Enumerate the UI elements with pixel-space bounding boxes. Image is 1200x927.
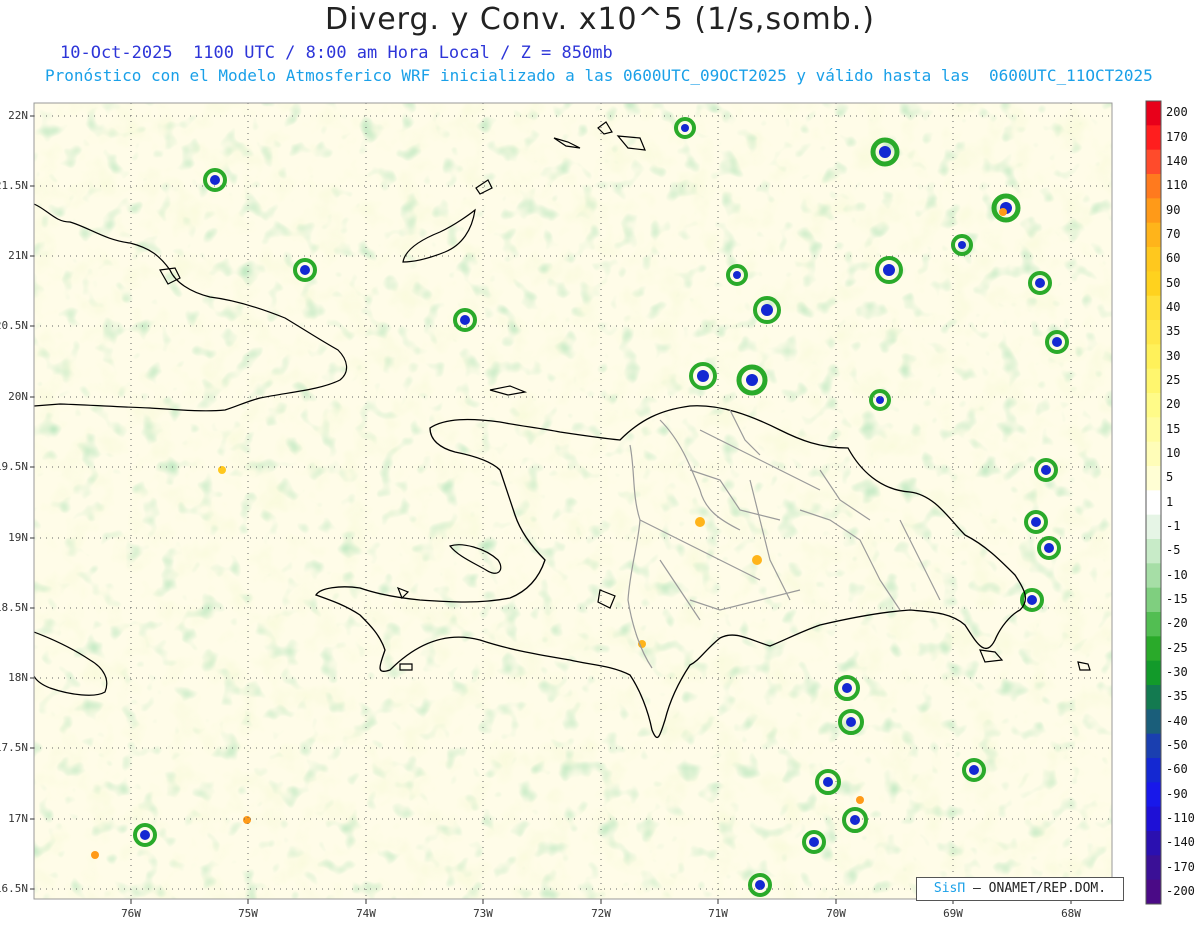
colorbar-tick-label: 200 bbox=[1166, 105, 1188, 120]
colorbar-tick-label: 20 bbox=[1166, 397, 1181, 412]
lat-label: 20N bbox=[8, 390, 28, 403]
colorbar-swatch bbox=[1146, 563, 1161, 589]
colorbar-tick-label: -50 bbox=[1166, 737, 1188, 752]
colorbar-swatch bbox=[1146, 539, 1161, 564]
lat-label: 21N bbox=[8, 249, 28, 262]
colorbar-tick-label: -1 bbox=[1166, 518, 1181, 533]
colorbar-swatch bbox=[1146, 758, 1161, 783]
colorbar-tick-label: -60 bbox=[1166, 762, 1188, 777]
colorbar-swatch bbox=[1146, 879, 1161, 905]
colorbar-tick-label: -15 bbox=[1166, 591, 1188, 606]
colorbar-tick-label: -30 bbox=[1166, 664, 1188, 679]
colorbar-swatch bbox=[1146, 344, 1161, 370]
colorbar-tick-label: -110 bbox=[1166, 810, 1195, 825]
colorbar-tick-label: 170 bbox=[1166, 129, 1188, 144]
colorbar-tick-label: -10 bbox=[1166, 567, 1188, 582]
colorbar-tick-label: 15 bbox=[1166, 421, 1181, 436]
colorbar-tick-label: 140 bbox=[1166, 153, 1188, 168]
colorbar-swatch bbox=[1146, 782, 1161, 808]
lon-label: 76W bbox=[121, 907, 141, 920]
colorbar-tick-label: 25 bbox=[1166, 372, 1181, 387]
lat-label: 16.5N bbox=[0, 882, 28, 895]
lat-label: 22N bbox=[8, 109, 28, 122]
colorbar-swatch bbox=[1146, 490, 1161, 516]
colorbar-swatch bbox=[1146, 685, 1161, 710]
colorbar-tick-label: 60 bbox=[1166, 251, 1181, 266]
colorbar-swatch bbox=[1146, 125, 1161, 151]
colorbar-swatch bbox=[1146, 198, 1161, 224]
lon-label: 74W bbox=[356, 907, 376, 920]
colorbar-swatch bbox=[1146, 660, 1161, 686]
colorbar-swatch bbox=[1146, 636, 1161, 662]
colorbar-tick-label: -25 bbox=[1166, 640, 1188, 655]
colorbar-swatch bbox=[1146, 587, 1161, 613]
lat-label: 17.5N bbox=[0, 741, 28, 754]
colorbar-tick-label: 10 bbox=[1166, 445, 1181, 460]
colorbar-swatch bbox=[1146, 733, 1161, 759]
colorbar-tick-label: -5 bbox=[1166, 543, 1181, 558]
colorbar-tick-label: -35 bbox=[1166, 689, 1188, 704]
lon-label: 69W bbox=[943, 907, 963, 920]
colorbar-tick-label: 40 bbox=[1166, 299, 1181, 314]
colorbar-swatch bbox=[1146, 222, 1161, 248]
colorbar-swatch bbox=[1146, 149, 1161, 175]
lon-label: 68W bbox=[1061, 907, 1081, 920]
colorbar-swatch bbox=[1146, 271, 1161, 297]
colorbar-swatch bbox=[1146, 101, 1161, 126]
lat-label: 19N bbox=[8, 531, 28, 544]
colorbar-swatch bbox=[1146, 831, 1161, 856]
colorbar-tick-label: 70 bbox=[1166, 226, 1181, 241]
colorbar-swatch bbox=[1146, 806, 1161, 832]
lat-label: 17N bbox=[8, 812, 28, 825]
lat-label: 20.5N bbox=[0, 319, 28, 332]
colorbar-swatch bbox=[1146, 466, 1161, 491]
colorbar-tick-label: -90 bbox=[1166, 786, 1188, 801]
lat-label: 19.5N bbox=[0, 460, 28, 473]
colorbar-tick-label: 5 bbox=[1166, 470, 1174, 485]
colorbar bbox=[1145, 100, 1162, 905]
colorbar-tick-label: 90 bbox=[1166, 202, 1181, 217]
colorbar-tick-label: 110 bbox=[1166, 178, 1188, 193]
colorbar-tick-label: 35 bbox=[1166, 324, 1181, 339]
credit-text: – ONAMET/REP.DOM. bbox=[973, 881, 1107, 896]
lat-label: 18N bbox=[8, 671, 28, 684]
colorbar-swatch bbox=[1146, 368, 1161, 394]
colorbar-swatch bbox=[1146, 514, 1161, 540]
credit-box: SisΠ – ONAMET/REP.DOM. bbox=[916, 877, 1124, 901]
colorbar-swatch bbox=[1146, 417, 1161, 443]
colorbar-tick-label: -40 bbox=[1166, 713, 1188, 728]
colorbar-swatch bbox=[1146, 320, 1161, 345]
colorbar-tick-label: -200 bbox=[1166, 883, 1195, 898]
lon-label: 71W bbox=[708, 907, 728, 920]
colorbar-swatch bbox=[1146, 855, 1161, 881]
colorbar-swatch bbox=[1146, 174, 1161, 199]
colorbar-swatch bbox=[1146, 393, 1161, 418]
lat-label: 18.5N bbox=[0, 601, 28, 614]
lat-label: 21.5N bbox=[0, 179, 28, 192]
lon-label: 75W bbox=[238, 907, 258, 920]
colorbar-swatch bbox=[1146, 612, 1161, 637]
sispi-logo-text: SisΠ bbox=[933, 881, 966, 896]
colorbar-swatch bbox=[1146, 247, 1161, 272]
colorbar-tick-label: -170 bbox=[1166, 859, 1195, 874]
colorbar-tick-label: -140 bbox=[1166, 835, 1195, 850]
colorbar-swatch bbox=[1146, 441, 1161, 467]
colorbar-tick-label: -20 bbox=[1166, 616, 1188, 631]
colorbar-tick-label: 30 bbox=[1166, 348, 1181, 363]
map-canvas bbox=[30, 100, 1162, 905]
colorbar-swatch bbox=[1146, 709, 1161, 735]
lon-label: 70W bbox=[826, 907, 846, 920]
lon-label: 72W bbox=[591, 907, 611, 920]
colorbar-tick-label: 50 bbox=[1166, 275, 1181, 290]
colorbar-swatch bbox=[1146, 295, 1161, 321]
lon-label: 73W bbox=[473, 907, 493, 920]
colorbar-tick-label: 1 bbox=[1166, 494, 1174, 509]
